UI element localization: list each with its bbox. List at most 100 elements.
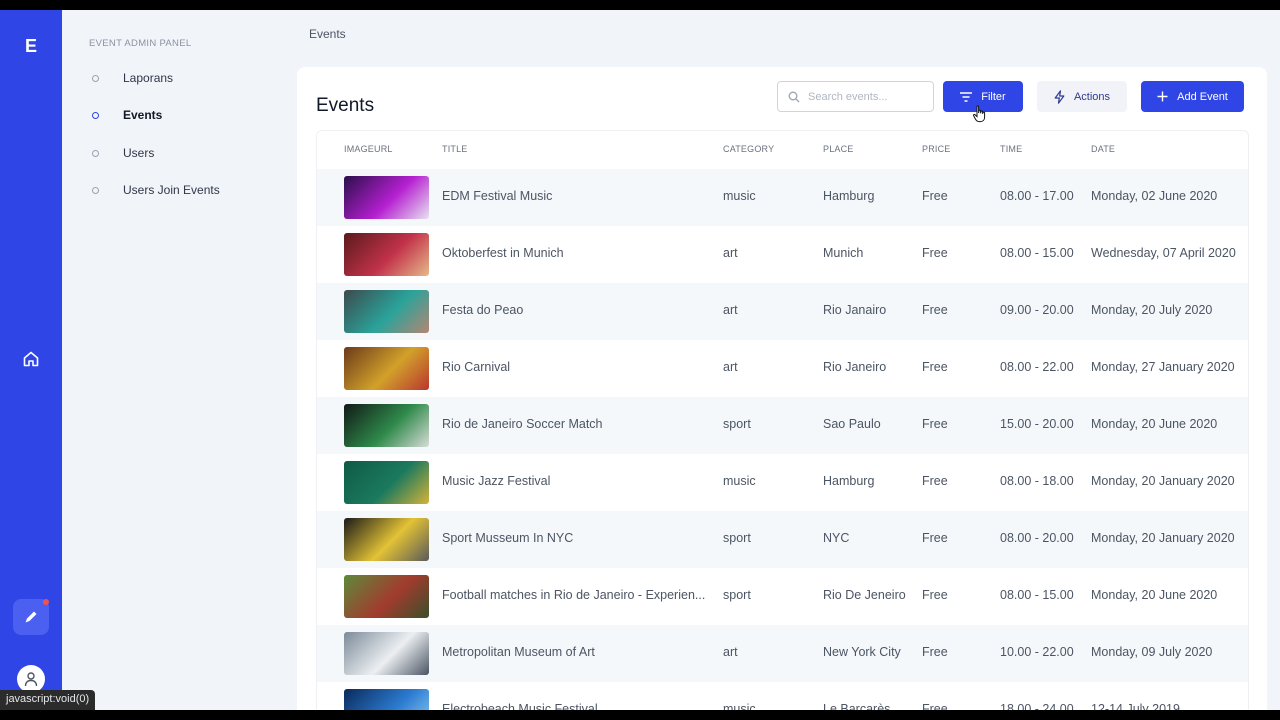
cell-price: Free (922, 531, 948, 545)
cell-time: 08.00 - 15.00 (1000, 246, 1074, 260)
sidebar-heading: EVENT ADMIN PANEL (89, 38, 192, 49)
cell-date: Monday, 27 January 2020 (1091, 360, 1235, 374)
sidebar-item-users-join-events[interactable]: Users Join Events (92, 178, 220, 202)
sidebar-item-events[interactable]: Events (92, 103, 162, 127)
cell-category: music (723, 189, 756, 203)
cell-category: art (723, 246, 738, 260)
cell-place: New York City (823, 645, 901, 659)
cell-category: sport (723, 531, 751, 545)
cell-price: Free (922, 474, 948, 488)
cell-place: Rio De Jeneiro (823, 588, 906, 602)
lightning-icon (1054, 89, 1065, 104)
bullet-icon (92, 111, 99, 119)
column-header-date[interactable]: DATE (1091, 144, 1115, 154)
cell-date: Monday, 20 July 2020 (1091, 303, 1213, 317)
cell-category: sport (723, 417, 751, 431)
events-table: IMAGEURL TITLE CATEGORY PLACE PRICE TIME… (316, 130, 1249, 710)
event-thumbnail (344, 347, 429, 390)
cell-date: Monday, 20 January 2020 (1091, 531, 1235, 545)
cell-category: sport (723, 588, 751, 602)
cell-time: 18.00 - 24.00 (1000, 702, 1074, 710)
table-row[interactable]: Festa do Peao art Rio Janairo Free 09.00 - 2… (317, 283, 1248, 340)
cell-title: Sport Musseum In NYC (442, 531, 574, 545)
cell-place: Rio Janeiro (823, 360, 887, 374)
search-input[interactable] (808, 88, 926, 106)
cell-title: Oktoberfest in Munich (442, 246, 564, 260)
table-row[interactable]: Electrobeach Music Festival music Le Barca… (317, 682, 1248, 710)
table-row[interactable]: Oktoberfest in Munich art Munich Free 08.00 … (317, 226, 1248, 283)
cell-date: Monday, 20 January 2020 (1091, 474, 1235, 488)
events-card: Events Filter Actions Add Event (297, 67, 1267, 710)
notification-dot (43, 599, 49, 605)
cell-time: 10.00 - 22.00 (1000, 645, 1074, 659)
column-header-place[interactable]: PLACE (823, 144, 854, 154)
cell-price: Free (922, 417, 948, 431)
cell-price: Free (922, 702, 948, 710)
event-thumbnail (344, 575, 429, 618)
table-row[interactable]: EDM Festival Music music Hamburg Free 08.00 … (317, 169, 1248, 226)
filter-icon (960, 91, 973, 102)
add-event-button[interactable]: Add Event (1141, 81, 1244, 112)
plus-icon (1157, 91, 1168, 102)
table-row[interactable]: Rio de Janeiro Soccer Match sport Sao Paul… (317, 397, 1248, 454)
column-header-title[interactable]: TITLE (442, 144, 468, 154)
sidebar-item-users[interactable]: Users (92, 141, 154, 165)
cell-time: 09.00 - 20.00 (1000, 303, 1074, 317)
cell-date: Wednesday, 07 April 2020 (1091, 246, 1236, 260)
add-event-button-label: Add Event (1177, 90, 1228, 103)
cell-price: Free (922, 189, 948, 203)
icon-rail: E (0, 10, 62, 710)
actions-button-label: Actions (1073, 90, 1111, 103)
bullet-icon (92, 186, 99, 194)
cell-place: Le Barcarès (823, 702, 891, 710)
cell-place: Hamburg (823, 474, 875, 488)
sidebar-item-laporans[interactable]: Laporans (92, 66, 173, 90)
cell-time: 08.00 - 20.00 (1000, 531, 1074, 545)
cell-price: Free (922, 645, 948, 659)
sidebar-item-label: Users Join Events (123, 183, 220, 197)
table-row[interactable]: Sport Musseum In NYC sport NYC Free 08.00 - … (317, 511, 1248, 568)
cell-title: Music Jazz Festival (442, 474, 551, 488)
cell-time: 08.00 - 22.00 (1000, 360, 1074, 374)
cell-price: Free (922, 588, 948, 602)
event-thumbnail (344, 632, 429, 675)
column-header-imageurl[interactable]: IMAGEURL (344, 144, 393, 154)
table-row[interactable]: Metropolitan Museum of Art art New York Ci… (317, 625, 1248, 682)
table-row[interactable]: Music Jazz Festival music Hamburg Free 08.00… (317, 454, 1248, 511)
search-icon (788, 91, 800, 103)
event-thumbnail (344, 233, 429, 276)
cell-price: Free (922, 246, 948, 260)
cell-time: 15.00 - 20.00 (1000, 417, 1074, 431)
event-thumbnail (344, 404, 429, 447)
event-thumbnail (344, 518, 429, 561)
column-header-category[interactable]: CATEGORY (723, 144, 774, 154)
search-box[interactable] (777, 81, 934, 112)
home-icon[interactable] (22, 350, 40, 368)
cell-place: NYC (823, 531, 850, 545)
app-logo[interactable]: E (0, 36, 62, 57)
page-title: Events (316, 95, 375, 116)
column-header-time[interactable]: TIME (1000, 144, 1022, 154)
event-thumbnail (344, 689, 429, 710)
column-header-price[interactable]: PRICE (922, 144, 951, 154)
cell-date: 12-14 July 2019 (1091, 702, 1180, 710)
event-thumbnail (344, 176, 429, 219)
cell-time: 08.00 - 17.00 (1000, 189, 1074, 203)
table-row[interactable]: Rio Carnival art Rio Janeiro Free 08.00 - 22… (317, 340, 1248, 397)
cell-price: Free (922, 360, 948, 374)
cell-title: Festa do Peao (442, 303, 524, 317)
cell-title: Rio de Janeiro Soccer Match (442, 417, 603, 431)
cell-place: Hamburg (823, 189, 875, 203)
cell-price: Free (922, 303, 948, 317)
actions-button[interactable]: Actions (1037, 81, 1127, 112)
cell-place: Rio Janairo (823, 303, 887, 317)
app-window: E EVENT ADMIN PANEL Laporans Events User… (0, 10, 1280, 710)
breadcrumb: Events (309, 27, 346, 41)
avatar[interactable] (17, 665, 45, 693)
cell-date: Monday, 20 June 2020 (1091, 588, 1218, 602)
cell-date: Monday, 02 June 2020 (1091, 189, 1218, 203)
table-row[interactable]: Football matches in Rio de Janeiro - Exp… (317, 568, 1248, 625)
cell-date: Monday, 09 July 2020 (1091, 645, 1213, 659)
pencil-icon (25, 611, 37, 623)
cell-category: music (723, 474, 756, 488)
